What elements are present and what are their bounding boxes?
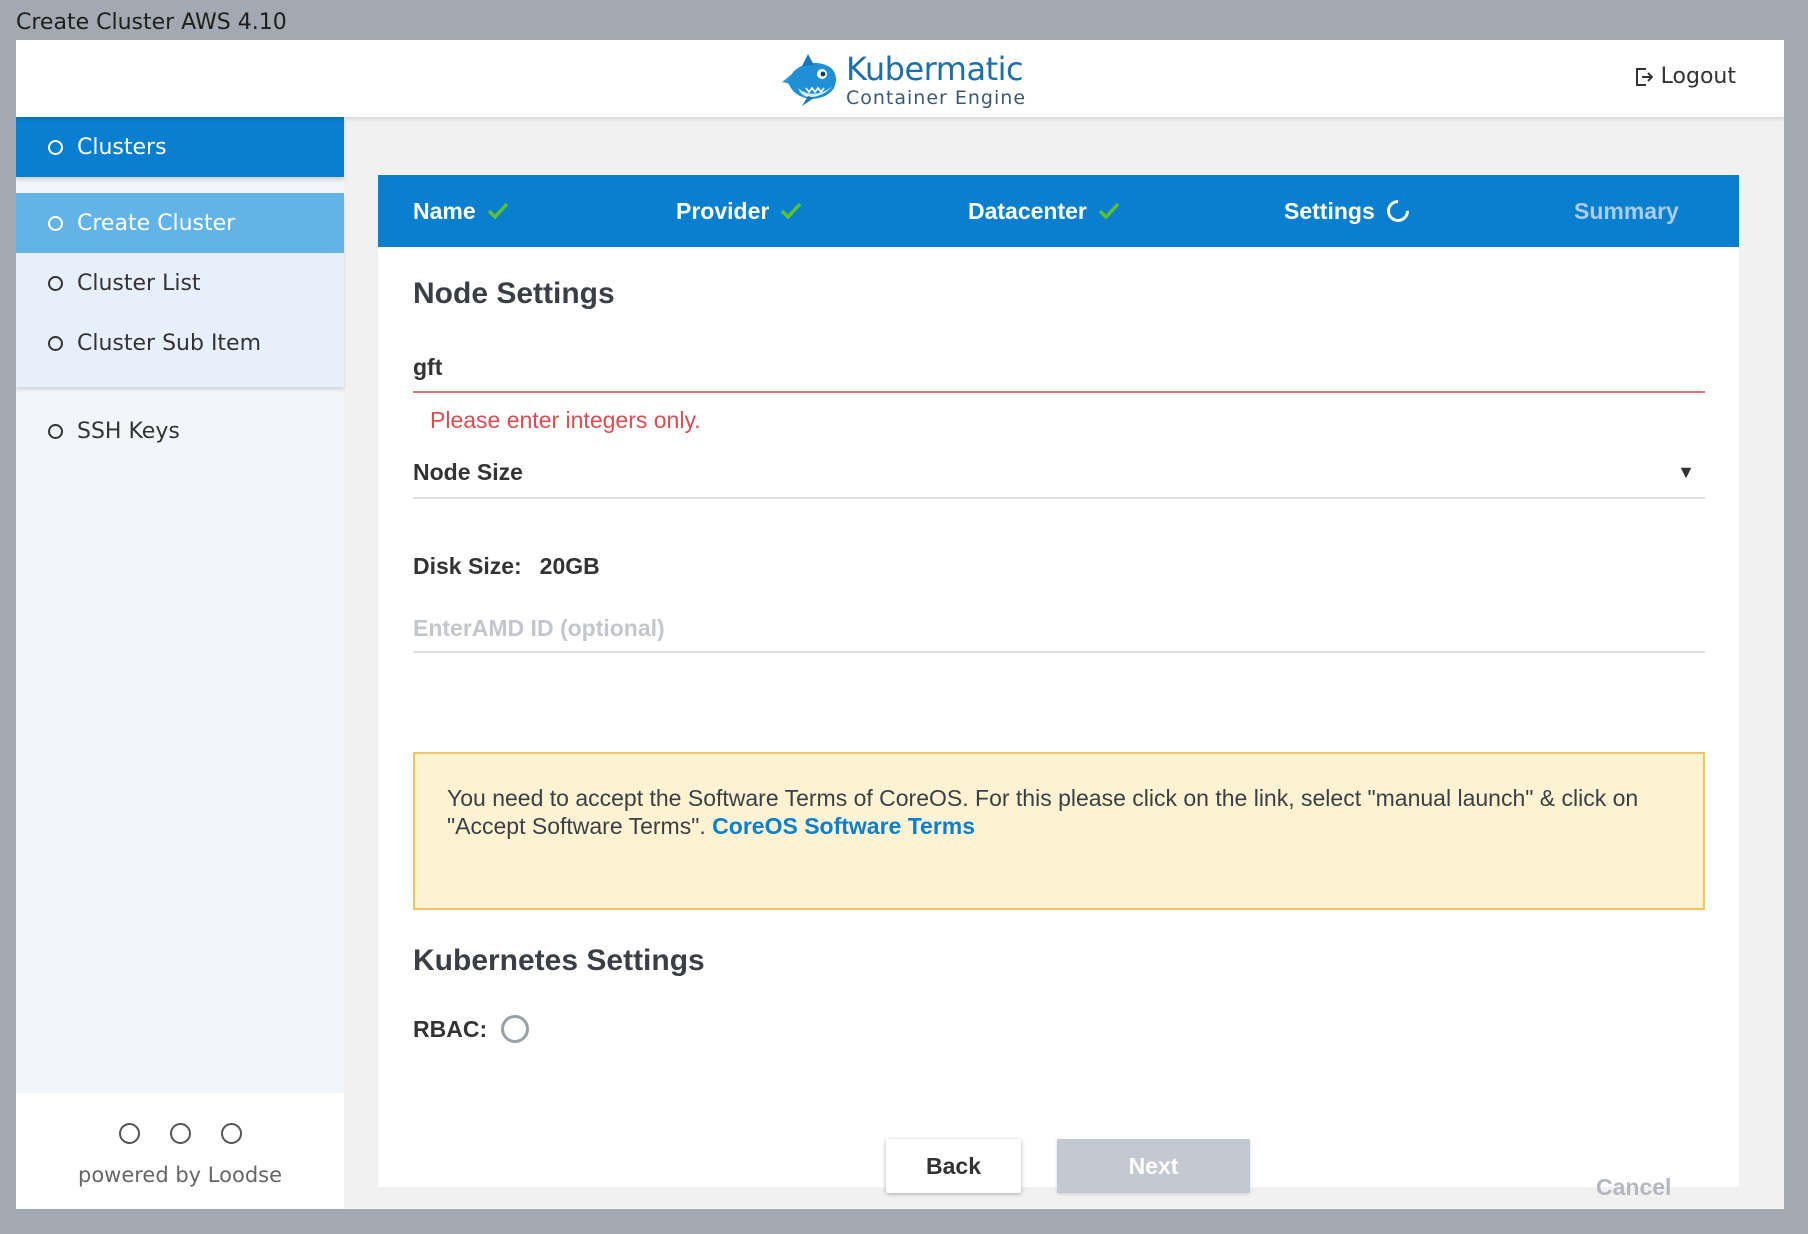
step-label: Settings: [1284, 197, 1375, 224]
sidebar-item-label: SSH Keys: [77, 418, 180, 444]
step-datacenter[interactable]: Datacenter: [968, 175, 1121, 247]
sidebar-item-ssh-keys[interactable]: SSH Keys: [16, 401, 344, 461]
step-label: Summary: [1574, 197, 1679, 224]
logo-subtitle: Container Engine: [846, 86, 1027, 109]
circle-icon: [48, 335, 63, 351]
rbac-label: RBAC:: [413, 1015, 488, 1042]
kubernetes-settings-heading: Kubernetes Settings: [413, 944, 705, 977]
step-label: Datacenter: [968, 197, 1087, 224]
sidebar-item-clusters[interactable]: Clusters: [16, 117, 344, 177]
step-settings[interactable]: Settings: [1284, 175, 1414, 247]
node-count-field: [413, 345, 1705, 393]
dot-icon[interactable]: [220, 1123, 242, 1144]
logout-label: Logout: [1660, 64, 1736, 89]
footer-dots: [16, 1123, 344, 1144]
top-bar: Kubermatic Container Engine Logout: [16, 40, 1784, 117]
sidebar-item-label: Create Cluster: [77, 210, 236, 236]
sidebar: Clusters Create Cluster Cluster List Clu…: [16, 117, 344, 1209]
sidebar-item-create-cluster[interactable]: Create Cluster: [16, 193, 344, 253]
check-icon: [487, 202, 508, 220]
sidebar-footer: powered by Loodse: [16, 1093, 344, 1209]
logo-name: Kubermatic: [846, 49, 1024, 88]
sidebar-item-cluster-list[interactable]: Cluster List: [16, 253, 344, 313]
rbac-setting: RBAC:: [413, 1015, 530, 1043]
step-label: Provider: [676, 197, 770, 224]
shark-logo-icon: [782, 54, 836, 106]
check-icon: [781, 202, 802, 220]
notice-text: You need to accept the Software Terms of…: [447, 785, 1639, 839]
dot-icon[interactable]: [169, 1123, 191, 1144]
disk-size-value: 20GB: [539, 553, 600, 579]
cancel-button[interactable]: Cancel: [1596, 1167, 1671, 1207]
node-settings-heading: Node Settings: [413, 277, 615, 310]
wizard-steps: Name Provider Datacenter Settings Summar…: [378, 175, 1739, 247]
circle-icon: [48, 423, 63, 439]
circle-icon: [48, 139, 63, 155]
sidebar-item-label: Clusters: [77, 134, 167, 160]
step-label: Name: [413, 197, 476, 224]
step-summary[interactable]: Summary: [1574, 175, 1679, 247]
app-window: Kubermatic Container Engine Logout Clust…: [16, 40, 1784, 1209]
ami-id-input[interactable]: [413, 607, 1705, 649]
logout-button[interactable]: Logout: [1635, 64, 1736, 89]
sidebar-item-cluster-sub-item[interactable]: Cluster Sub Item: [16, 313, 344, 373]
node-size-label: Node Size: [413, 458, 523, 485]
step-name[interactable]: Name: [413, 175, 510, 247]
window-title: Create Cluster AWS 4.10: [16, 10, 287, 35]
coreos-terms-notice: You need to accept the Software Terms of…: [413, 752, 1705, 910]
sidebar-item-label: Cluster Sub Item: [77, 330, 262, 356]
next-button[interactable]: Next: [1057, 1139, 1250, 1193]
node-size-select[interactable]: Node Size ▼: [413, 447, 1705, 499]
kubermatic-logo[interactable]: Kubermatic Container Engine: [778, 50, 1038, 110]
check-icon: [1098, 202, 1120, 220]
dot-icon[interactable]: [118, 1123, 140, 1144]
spinner-icon: [1382, 195, 1414, 227]
disk-size: Disk Size: 20GB: [413, 553, 600, 580]
coreos-terms-link[interactable]: CoreOS Software Terms: [712, 813, 975, 839]
create-cluster-wizard: Name Provider Datacenter Settings Summar…: [378, 175, 1739, 1200]
sidebar-item-label: Cluster List: [77, 270, 201, 296]
ami-id-field: [413, 607, 1705, 653]
disk-size-label: Disk Size:: [413, 553, 522, 579]
rbac-radio[interactable]: [501, 1015, 530, 1043]
caret-down-icon: ▼: [1677, 461, 1695, 482]
back-button[interactable]: Back: [886, 1139, 1021, 1193]
node-count-error: Please enter integers only.: [430, 407, 701, 433]
logout-icon: [1635, 67, 1653, 86]
circle-icon: [48, 275, 63, 291]
node-count-input[interactable]: [413, 345, 1705, 389]
powered-by: powered by Loodse: [77, 1163, 283, 1187]
step-provider[interactable]: Provider: [676, 175, 803, 247]
circle-icon: [48, 215, 63, 231]
